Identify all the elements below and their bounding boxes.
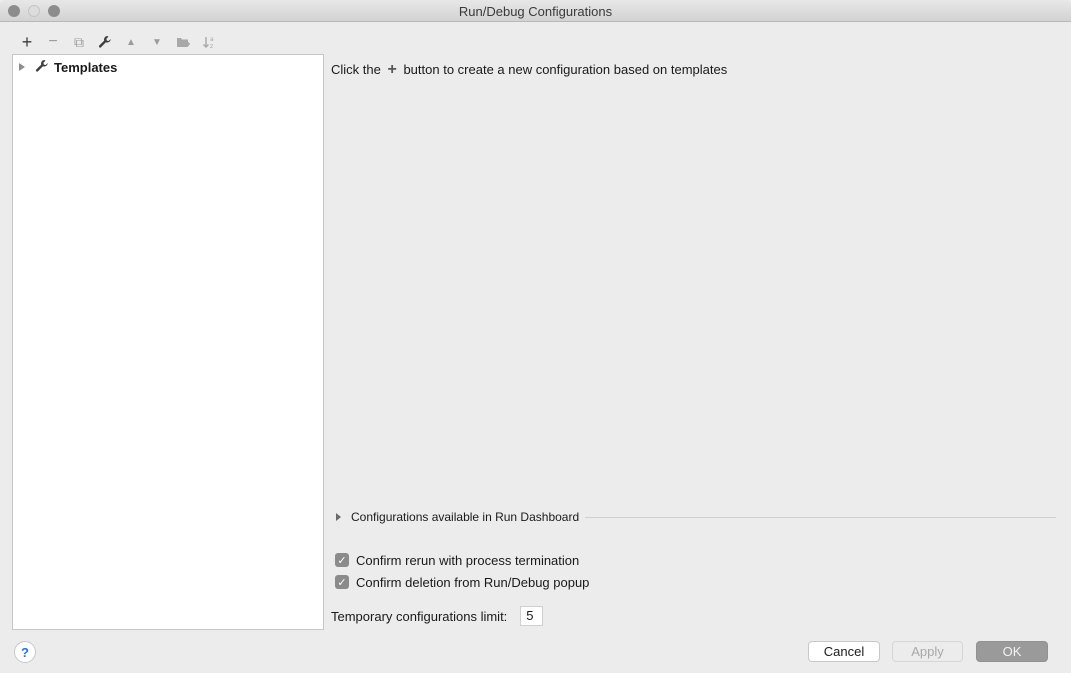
cancel-button[interactable]: Cancel: [808, 641, 880, 662]
sort-alpha-icon[interactable]: az: [196, 32, 222, 52]
temp-config-limit-input[interactable]: 5: [520, 606, 544, 626]
wrench-icon[interactable]: [92, 32, 118, 52]
hint-text-start: Click the: [331, 62, 381, 77]
configurations-tree[interactable]: Templates: [12, 54, 324, 630]
plus-icon: +: [387, 61, 397, 78]
temp-config-limit-row: Temporary configurations limit: 5: [331, 606, 544, 626]
move-down-icon[interactable]: ▼: [144, 32, 170, 52]
help-button[interactable]: ?: [14, 641, 36, 663]
confirm-deletion-label[interactable]: Confirm deletion from Run/Debug popup: [356, 575, 589, 590]
separator-line: [585, 516, 1056, 518]
copy-icon[interactable]: ⧉: [66, 32, 92, 52]
toolbar: + − ⧉ ▲ ▼ az: [14, 32, 222, 52]
svg-text:z: z: [210, 43, 213, 50]
confirm-rerun-label[interactable]: Confirm rerun with process termination: [356, 553, 579, 568]
expand-arrow-icon[interactable]: [336, 513, 341, 521]
move-up-icon[interactable]: ▲: [118, 32, 144, 52]
temp-config-limit-label: Temporary configurations limit:: [331, 608, 508, 624]
new-folder-icon[interactable]: [170, 32, 196, 52]
svg-text:a: a: [210, 36, 214, 43]
run-debug-dialog: Run/Debug Configurations + − ⧉ ▲ ▼ az Te…: [0, 0, 1071, 673]
confirm-rerun-checkbox-row[interactable]: ✓ Confirm rerun with process termination: [335, 551, 579, 569]
tree-item-label: Templates: [54, 59, 118, 75]
apply-button[interactable]: Apply: [892, 641, 963, 662]
window-title: Run/Debug Configurations: [458, 4, 613, 19]
run-dashboard-section[interactable]: Configurations available in Run Dashboar…: [336, 509, 1056, 525]
expand-arrow-icon[interactable]: [19, 63, 25, 71]
confirm-deletion-checkbox-row[interactable]: ✓ Confirm deletion from Run/Debug popup: [335, 573, 589, 591]
plus-icon[interactable]: +: [14, 32, 40, 52]
run-dashboard-label[interactable]: Configurations available in Run Dashboar…: [351, 510, 579, 524]
title-bar: Run/Debug Configurations: [0, 0, 1071, 22]
minus-icon[interactable]: −: [40, 32, 66, 52]
wrench-icon: [35, 59, 49, 76]
ok-button[interactable]: OK: [976, 641, 1048, 662]
confirm-deletion-checkbox[interactable]: ✓: [335, 575, 349, 589]
empty-hint: Click the + button to create a new confi…: [331, 61, 727, 79]
confirm-rerun-checkbox[interactable]: ✓: [335, 553, 349, 567]
tree-item-templates[interactable]: Templates: [17, 58, 117, 76]
hint-text-end: button to create a new configuration bas…: [403, 62, 728, 77]
